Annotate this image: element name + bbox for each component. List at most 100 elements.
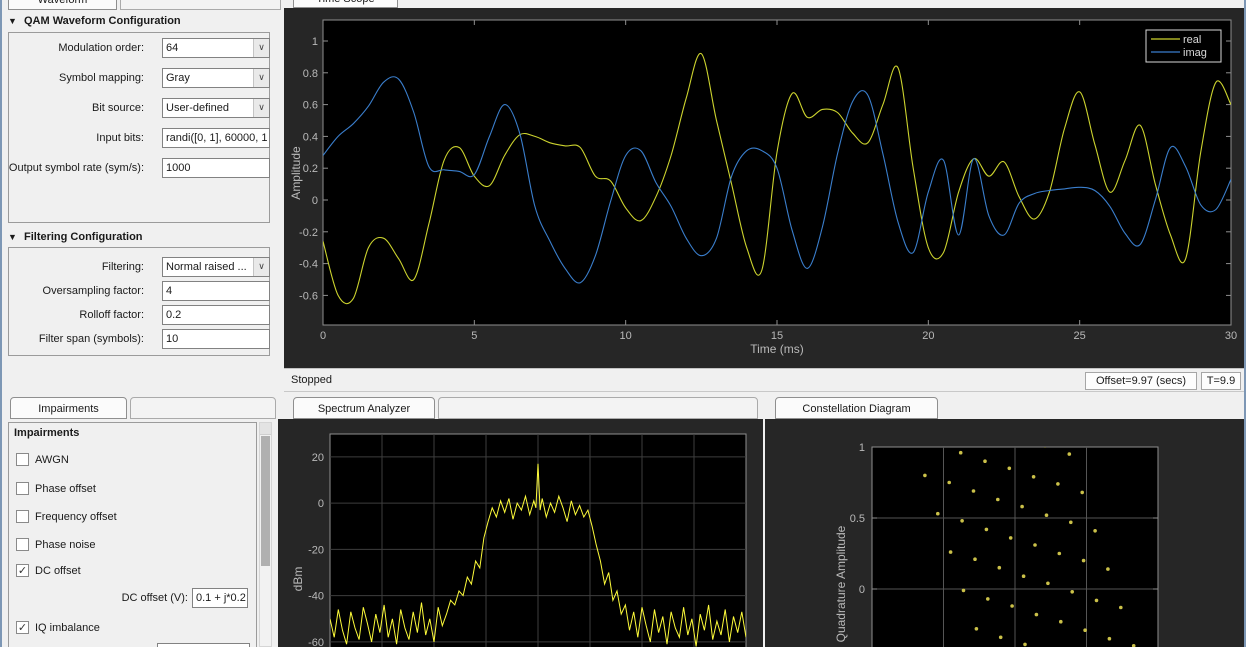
collapse-triangle-icon[interactable]: ▼: [8, 232, 17, 242]
dc-offset-input[interactable]: 0.1 + j*0.2: [192, 588, 248, 608]
y-tick-label: 0: [312, 195, 318, 207]
scrollbar-up-button[interactable]: [260, 423, 271, 435]
config-field-row: Oversampling factor: 4: [2, 281, 270, 301]
y-tick-label: 0.5: [850, 513, 865, 525]
constellation-dot: [996, 498, 1000, 502]
checkbox-iq-imbalance[interactable]: ✓: [16, 621, 29, 634]
status-text: Stopped: [291, 374, 332, 386]
y-tick-label: -0.2: [299, 227, 318, 239]
constellation-dot: [959, 451, 963, 455]
config-input[interactable]: 10: [162, 329, 270, 349]
tab-spectrum-analyzer[interactable]: Spectrum Analyzer: [293, 397, 435, 419]
collapse-triangle-icon[interactable]: ▼: [8, 16, 17, 26]
checkbox-dc-offset[interactable]: ✓: [16, 564, 29, 577]
config-input[interactable]: 4: [162, 281, 270, 301]
constellation-dot: [998, 566, 1002, 570]
config-dropdown[interactable]: Gray∨: [162, 68, 270, 88]
field-label: Bit source:: [2, 98, 144, 118]
offset-readout: Offset=9.97 (secs): [1085, 372, 1197, 390]
constellation-dot: [1095, 599, 1099, 603]
y-tick-label: 0: [318, 498, 324, 510]
constellation-dot: [970, 421, 974, 425]
field-label: Modulation order:: [2, 38, 144, 58]
field-label: Filter span (symbols):: [2, 329, 144, 349]
constellation-panel: Constellation Diagram 10.50Quadrature Am…: [765, 395, 1246, 647]
x-axis-label: Time (ms): [750, 342, 804, 356]
field-label: Rolloff factor:: [2, 305, 144, 325]
tab-time-scope-label: Time Scope: [294, 0, 397, 9]
tab-constellation-label: Constellation Diagram: [776, 398, 937, 420]
y-tick-label: 0.8: [303, 68, 318, 80]
checkbox-label: Frequency offset: [35, 510, 117, 524]
config-dropdown[interactable]: Normal raised ...∨: [162, 257, 270, 277]
config-input[interactable]: 0.2: [162, 305, 270, 325]
config-input[interactable]: 1000: [162, 158, 270, 178]
config-field-row: Output symbol rate (sym/s): 1000: [2, 158, 270, 178]
tab-time-scope[interactable]: Time Scope: [293, 0, 398, 8]
checkbox-awgn[interactable]: [16, 453, 29, 466]
y-tick-label: 0: [859, 584, 865, 596]
constellation-dot: [1083, 628, 1087, 632]
checkbox-label: DC offset: [35, 564, 81, 578]
tab-waveform-label: Waveform: [9, 0, 116, 11]
x-tick-label: 0: [320, 330, 326, 342]
x-tick-label: 15: [771, 330, 783, 342]
tab-impairments-label: Impairments: [11, 398, 126, 420]
config-input[interactable]: randi([0, 1], 60000, 1: [162, 128, 270, 148]
impairments-header: Impairments: [14, 427, 79, 439]
x-tick-label: 10: [620, 330, 632, 342]
constellation-dot: [923, 474, 927, 478]
config-field-row: Filtering:Normal raised ...∨: [2, 257, 270, 277]
constellation-dot: [1056, 482, 1060, 486]
checkbox-label: IQ imbalance: [35, 621, 100, 635]
constellation-dot: [949, 550, 953, 554]
y-tick-label: 0.4: [303, 131, 318, 143]
y-tick-label: -60: [308, 637, 324, 647]
constellation-dot: [1022, 574, 1026, 578]
constellation-dot: [960, 519, 964, 523]
qam-section-title: QAM Waveform Configuration: [24, 15, 181, 27]
checkbox-frequency-offset[interactable]: [16, 510, 29, 523]
config-dropdown[interactable]: 64∨: [162, 38, 270, 58]
dc-offset-field-row: DC offset (V): 0.1 + j*0.2: [2, 588, 250, 608]
tab-strip-empty: [438, 397, 758, 419]
filtering-section-title: Filtering Configuration: [24, 231, 143, 243]
constellation-chart[interactable]: 10.50Quadrature Amplitude: [765, 419, 1246, 647]
y-tick-label: 1: [312, 36, 318, 48]
y-tick-label: -0.6: [299, 290, 318, 302]
spectrum-panel: Spectrum Analyzer 200-20-40-60dBm: [278, 395, 763, 647]
constellation-dot: [1023, 643, 1027, 647]
constellation-dot: [1020, 505, 1024, 509]
scope-legend[interactable]: realimag: [1146, 30, 1221, 62]
checkbox-phase-offset[interactable]: [16, 482, 29, 495]
config-dropdown[interactable]: User-defined∨: [162, 98, 270, 118]
tab-impairments[interactable]: Impairments: [10, 397, 127, 419]
scrollbar-thumb[interactable]: [261, 436, 270, 566]
checkbox-label: AWGN: [35, 453, 69, 467]
constellation-dot: [1035, 613, 1039, 617]
tab-waveform[interactable]: Waveform: [8, 0, 117, 10]
constellation-dot: [1080, 491, 1084, 495]
window-left-edge: [0, 0, 2, 647]
constellation-dot: [1009, 536, 1013, 540]
constellation-dot: [1119, 606, 1123, 610]
x-tick-label: 5: [471, 330, 477, 342]
tab-spectrum-label: Spectrum Analyzer: [294, 398, 434, 420]
iq-amplitude-input-partial[interactable]: [157, 643, 250, 647]
time-scope-plot-area[interactable]: [323, 20, 1231, 325]
field-label: Output symbol rate (sym/s):: [2, 158, 144, 178]
legend-entry-label: imag: [1183, 47, 1207, 59]
checkbox-phase-noise[interactable]: [16, 538, 29, 551]
time-scope-chart[interactable]: 05101520253010.80.60.40.20-0.2-0.4-0.6Ti…: [284, 8, 1246, 368]
qam-section-header: ▼ QAM Waveform Configuration: [8, 15, 181, 27]
constellation-dot: [972, 489, 976, 493]
y-tick-label: -20: [308, 544, 324, 556]
impairments-scrollbar[interactable]: [259, 422, 272, 647]
spectrum-chart[interactable]: 200-20-40-60dBm: [278, 419, 763, 647]
constellation-dot: [1032, 475, 1036, 479]
field-label: Oversampling factor:: [2, 281, 144, 301]
y-tick-label: 20: [312, 452, 324, 464]
impairment-row: Phase offset: [16, 482, 246, 496]
constellation-dot: [1068, 452, 1072, 456]
tab-constellation-diagram[interactable]: Constellation Diagram: [775, 397, 938, 419]
